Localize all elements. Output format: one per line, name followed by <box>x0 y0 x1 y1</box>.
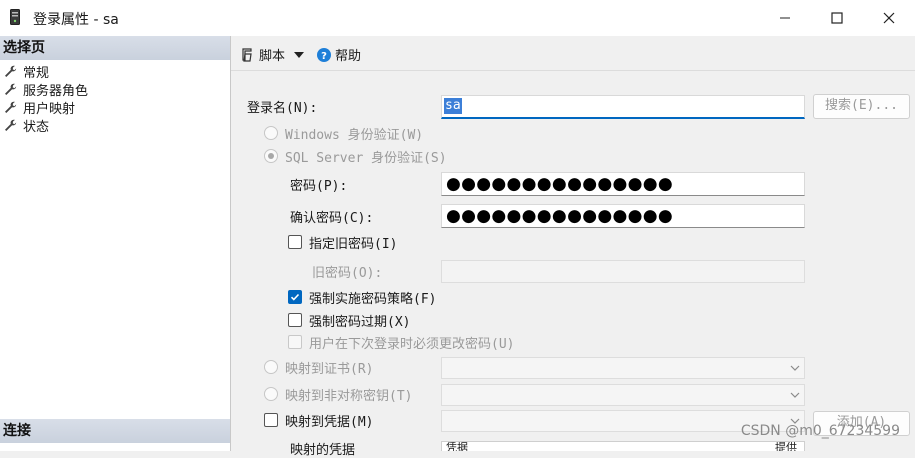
specify-old-password-checkbox[interactable] <box>288 235 302 249</box>
grid-header-credential: 凭据 <box>446 441 468 451</box>
select-page-header: 选择页 <box>0 36 230 60</box>
help-icon: ? <box>317 47 331 62</box>
confirm-password-value: ●●●●●●●●●●●●●●● <box>446 206 674 226</box>
must-change-checkbox[interactable] <box>288 335 302 349</box>
confirm-password-input[interactable]: ●●●●●●●●●●●●●●● <box>441 204 805 228</box>
chevron-down-icon <box>790 392 800 398</box>
nav-item-user-mapping[interactable]: 用户映射 <box>4 98 76 117</box>
wrench-icon <box>5 101 17 113</box>
old-password-input[interactable] <box>441 260 805 283</box>
dropdown-arrow-icon[interactable] <box>294 51 305 59</box>
wrench-icon <box>5 119 17 131</box>
login-name-value: sa <box>444 98 462 114</box>
help-button[interactable]: ? 帮助 <box>317 45 361 64</box>
nav-item-label: 用户映射 <box>23 101 76 117</box>
close-icon <box>883 12 895 24</box>
toolbar-divider <box>231 70 915 71</box>
script-icon <box>242 47 252 62</box>
nav-item-label: 服务器角色 <box>23 83 89 99</box>
wrench-icon <box>5 83 17 95</box>
enforce-policy-checkbox[interactable] <box>288 290 302 304</box>
nav-item-server-roles[interactable]: 服务器角色 <box>4 80 89 99</box>
password-value: ●●●●●●●●●●●●●●● <box>446 174 674 194</box>
map-credential-label: 映射到凭据(M) <box>285 415 374 430</box>
map-asym-key-radio[interactable] <box>264 387 278 401</box>
specify-old-password-label: 指定旧密码(I) <box>309 237 398 252</box>
windows-auth-label: Windows 身份验证(W) <box>285 128 424 143</box>
chevron-down-icon <box>790 365 800 371</box>
watermark: CSDN @m0_67234599 <box>740 423 900 439</box>
search-button[interactable]: 搜索(E)... <box>813 94 910 119</box>
mapped-credentials-label: 映射的凭据 <box>290 443 356 458</box>
old-password-label: 旧密码(O): <box>312 266 383 281</box>
sql-auth-label: SQL Server 身份验证(S) <box>285 151 447 166</box>
sql-auth-radio[interactable] <box>264 149 278 163</box>
close-button[interactable] <box>863 0 915 36</box>
server-icon <box>10 9 20 25</box>
nav-item-general[interactable]: 常规 <box>4 62 50 81</box>
wrench-icon <box>5 65 17 77</box>
certificate-select[interactable] <box>441 357 805 379</box>
map-certificate-label: 映射到证书(R) <box>285 362 374 377</box>
confirm-password-label: 确认密码(C): <box>290 211 374 226</box>
password-label: 密码(P): <box>290 179 348 194</box>
enforce-policy-label: 强制实施密码策略(F) <box>309 292 437 307</box>
script-label: 脚本 <box>259 49 286 64</box>
password-input[interactable]: ●●●●●●●●●●●●●●● <box>441 172 805 196</box>
grid-header-provider: 提供 <box>775 441 797 451</box>
checkmark-icon <box>290 293 300 301</box>
windows-auth-radio[interactable] <box>264 126 278 140</box>
must-change-label: 用户在下次登录时必须更改密码(U) <box>309 337 515 352</box>
connect-header: 连接 <box>0 419 230 443</box>
enforce-expiration-checkbox[interactable] <box>288 313 302 327</box>
help-label: 帮助 <box>335 49 362 64</box>
nav-item-label: 常规 <box>23 65 50 81</box>
asym-key-select[interactable] <box>441 384 805 406</box>
nav-item-status[interactable]: 状态 <box>4 116 50 135</box>
mapped-credentials-grid[interactable]: 凭据 提供 <box>441 441 805 451</box>
svg-text:?: ? <box>321 51 327 62</box>
login-name-label: 登录名(N): <box>247 101 318 116</box>
maximize-icon <box>831 12 843 24</box>
maximize-button[interactable] <box>811 0 863 36</box>
window-title: 登录属性 - sa <box>33 12 119 28</box>
map-certificate-radio[interactable] <box>264 360 278 374</box>
minimize-icon <box>780 17 790 19</box>
enforce-expiration-label: 强制密码过期(X) <box>309 315 411 330</box>
map-asym-key-label: 映射到非对称密钥(T) <box>285 389 413 404</box>
map-credential-checkbox[interactable] <box>264 413 278 427</box>
script-button[interactable]: 脚本 <box>240 45 305 64</box>
minimize-button[interactable] <box>759 0 811 36</box>
login-name-input[interactable]: sa <box>441 95 805 119</box>
nav-item-label: 状态 <box>23 119 50 135</box>
